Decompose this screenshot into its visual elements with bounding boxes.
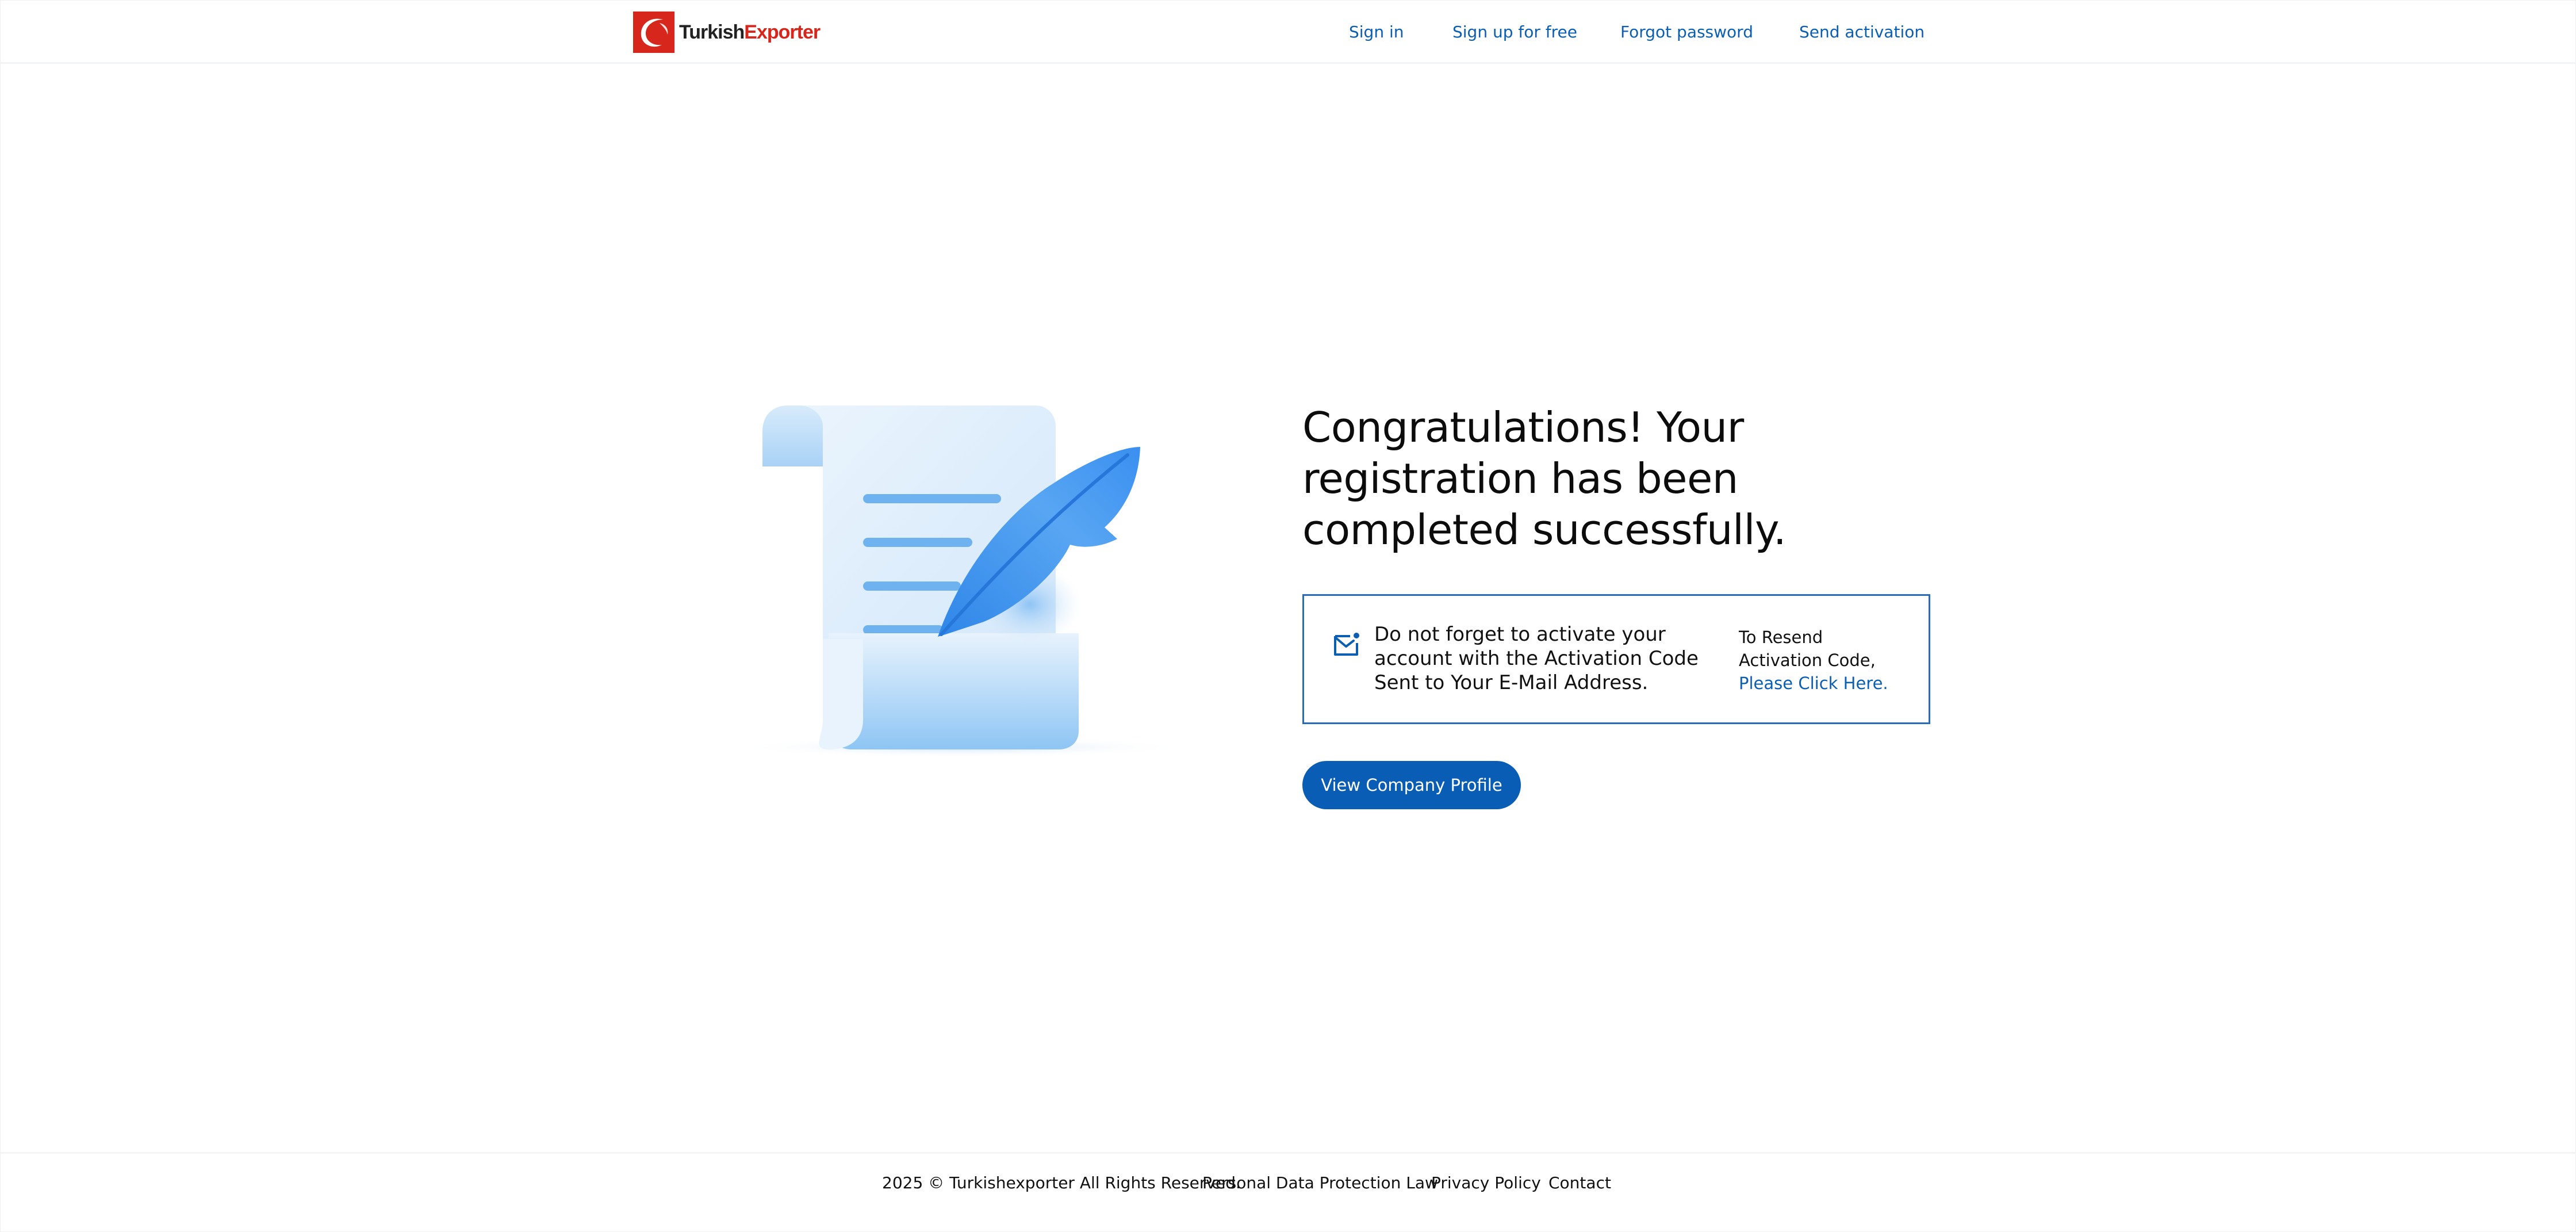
resend-activation-text: To Resend Activation Code, Please Click … <box>1739 626 1911 695</box>
logo-text: TurkishExporter <box>679 21 821 44</box>
activation-reminder-text: Do not forget to activate your account w… <box>1374 623 1699 694</box>
footer-link-contact[interactable]: Contact <box>1548 1173 1611 1192</box>
page: TurkishExporter Sign in Sign up for free… <box>0 0 2576 1232</box>
view-company-profile-button[interactable]: View Company Profile <box>1302 761 1521 809</box>
resend-activation-link[interactable]: Please Click Here. <box>1739 674 1888 693</box>
nav-forgot-password[interactable]: Forgot password <box>1620 22 1753 41</box>
activation-notice: Do not forget to activate your account w… <box>1302 594 1930 724</box>
nav-send-activation[interactable]: Send activation <box>1799 22 1925 41</box>
page-title: Congratulations! Your registration has b… <box>1302 402 1820 556</box>
footer-link-privacy-policy[interactable]: Privacy Policy <box>1431 1173 1541 1192</box>
header: TurkishExporter Sign in Sign up for free… <box>1 1 2576 64</box>
turkishexporter-logo-icon <box>633 12 674 53</box>
mail-notification-icon <box>1334 633 1359 656</box>
footer: 2025 © Turkishexporter All Rights Reserv… <box>1 1152 2576 1232</box>
footer-copyright: 2025 © Turkishexporter All Rights Reserv… <box>882 1173 1241 1192</box>
footer-link-data-protection[interactable]: Personal Data Protection Law <box>1202 1173 1438 1192</box>
logo-text-exporter: Exporter <box>744 21 821 43</box>
logo-link[interactable]: TurkishExporter <box>633 11 821 53</box>
nav-sign-in[interactable]: Sign in <box>1349 22 1404 41</box>
resend-prefix: To Resend Activation Code, <box>1739 628 1876 670</box>
title-line-1: Congratulations! Your <box>1302 403 1744 452</box>
title-line-2: registration has been <box>1302 454 1738 503</box>
nav-sign-up[interactable]: Sign up for free <box>1452 22 1577 41</box>
logo-text-turkish: Turkish <box>679 21 745 43</box>
document-quill-illustration <box>737 405 1185 757</box>
title-line-3: completed successfully. <box>1302 506 1787 554</box>
